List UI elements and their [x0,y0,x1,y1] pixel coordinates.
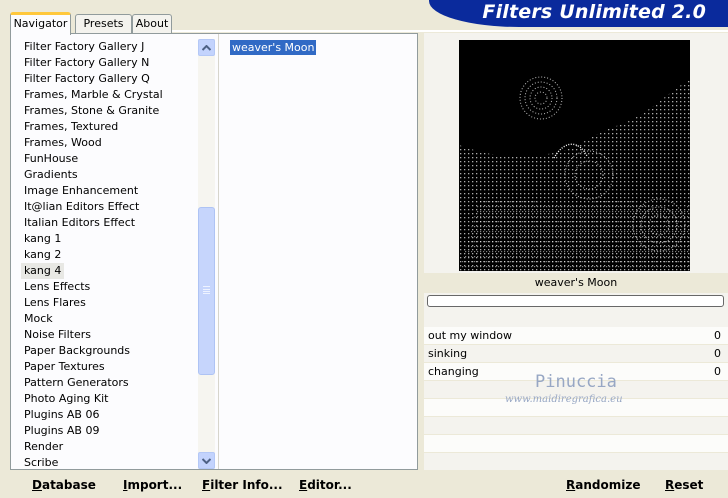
category-item[interactable]: kang 1 [21,231,64,247]
title-underline [170,30,728,32]
randomize-button[interactable]: Randomize [566,477,640,493]
navigator-panel: Filter Factory Gallery J Filter Factory … [10,33,418,470]
parameter-row-empty [424,435,728,453]
watermark-name: Pinuccia [535,372,617,392]
category-item[interactable]: Noise Filters [21,327,94,343]
scroll-down-button[interactable] [198,452,215,469]
parameter-row[interactable]: out my window 0 [424,327,728,345]
watermark-url: www.maidiregrafica.eu [505,394,623,405]
tab-bar: Navigator Presets About [10,12,172,35]
preview-image [459,40,690,271]
category-item[interactable]: Photo Aging Kit [21,391,111,407]
list-divider [218,34,219,469]
chevron-up-icon [202,44,211,51]
title-banner: Filters Unlimited 2.0 [429,0,728,27]
preview-caption: weaver's Moon [424,273,728,293]
parameter-label: sinking [428,347,468,360]
scroll-up-button[interactable] [198,39,215,56]
reset-button[interactable]: Reset [665,477,703,493]
filter-info-button[interactable]: Filter Info... [202,477,283,493]
category-item[interactable]: Filter Factory Gallery J [21,39,147,55]
category-item[interactable]: Mock [21,311,56,327]
filter-item-selected[interactable]: weaver's Moon [230,40,317,55]
category-item[interactable]: Frames, Stone & Granite [21,103,162,119]
category-item[interactable]: It@lian Editors Effect [21,199,142,215]
editor-button[interactable]: Editor... [299,477,352,493]
parameter-label: out my window [428,329,512,342]
parameter-value[interactable]: 0 [714,363,721,380]
parameter-row-empty [424,417,728,435]
scroll-thumb[interactable] [198,207,215,375]
category-item[interactable]: Paper Backgrounds [21,343,133,359]
chevron-down-icon [202,457,211,464]
tab-about[interactable]: About [132,14,172,34]
category-item[interactable]: Frames, Marble & Crystal [21,87,166,103]
category-item[interactable]: Lens Effects [21,279,93,295]
category-item[interactable]: Frames, Textured [21,119,121,135]
category-item[interactable]: Image Enhancement [21,183,141,199]
tab-presets[interactable]: Presets [75,14,132,34]
parameter-label: changing [428,365,479,378]
category-item[interactable]: Plugins AB 06 [21,407,102,423]
import-button[interactable]: Import... [123,477,182,493]
category-scrollbar[interactable] [198,39,215,469]
category-item[interactable]: Lens Flares [21,295,89,311]
parameter-row-empty [424,453,728,471]
category-item[interactable]: Filter Factory Gallery N [21,55,152,71]
category-item[interactable]: Paper Textures [21,359,108,375]
category-item[interactable]: Pattern Generators [21,375,132,391]
database-button[interactable]: Database [32,477,96,493]
parameter-row[interactable]: sinking 0 [424,345,728,363]
grip-icon [203,286,210,294]
category-item[interactable]: Filter Factory Gallery Q [21,71,153,87]
category-item[interactable]: Gradients [21,167,81,183]
category-item[interactable]: Render [21,439,66,455]
tab-navigator[interactable]: Navigator [10,12,71,35]
app-title: Filters Unlimited 2.0 [482,1,706,23]
category-item[interactable]: Scribe [21,455,61,471]
category-item[interactable]: Italian Editors Effect [21,215,138,231]
parameter-value[interactable]: 0 [714,327,721,344]
category-item-selected[interactable]: kang 4 [21,263,65,279]
progress-bar [427,295,724,307]
category-item[interactable]: kang 2 [21,247,64,263]
category-item[interactable]: FunHouse [21,151,81,167]
preview-artwork [459,40,690,271]
category-item[interactable]: Plugins AB 09 [21,423,102,439]
category-list[interactable]: Filter Factory Gallery J Filter Factory … [21,39,206,471]
category-item[interactable]: Frames, Wood [21,135,105,151]
parameter-value[interactable]: 0 [714,345,721,362]
